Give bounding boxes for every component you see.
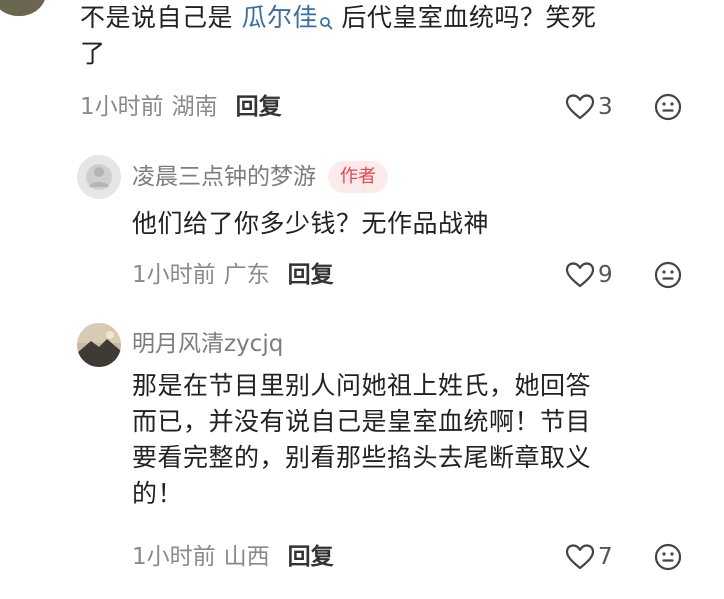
reply-text: 那是在节目里别人问她祖上姓氏，她回答 而已，并没有说自己是皇室血统啊！节目 要看… [132, 368, 712, 512]
reply-text-line: 的！ [132, 479, 184, 508]
reply-button[interactable]: 回复 [288, 262, 334, 288]
reply-location: 广东 [223, 262, 270, 288]
comment-text-line2: 了 [80, 39, 106, 68]
comment-text: 不是说自己是 瓜尔佳 后代皇室血统吗？笑死 了 [80, 0, 710, 72]
reply-meta: 1小时前 广东 回复 [132, 258, 334, 292]
reply-button[interactable]: 回复 [288, 544, 334, 570]
reply-time: 1小时前 [132, 544, 216, 570]
emoji-button[interactable] [654, 543, 682, 575]
reply-button[interactable]: 回复 [236, 94, 282, 120]
reply-text-line: 要看完整的，别看那些掐头去尾断章取义 [132, 443, 592, 472]
username[interactable]: 凌晨三点钟的梦游 [132, 160, 316, 194]
reply-text-line: 那是在节目里别人问她祖上姓氏，她回答 [132, 371, 592, 400]
reply-location: 山西 [223, 544, 270, 570]
neutral-face-icon [654, 261, 682, 289]
topic-link[interactable]: 瓜尔佳 [241, 3, 318, 32]
avatar[interactable] [77, 323, 121, 367]
reply-header: 明月风清zycjq [132, 327, 283, 361]
emoji-button[interactable] [654, 261, 682, 293]
comment-meta: 1小时前 湖南 回复 [80, 90, 282, 124]
reply-text-line: 而已，并没有说自己是皇室血统啊！节目 [132, 407, 592, 436]
avatar[interactable] [0, 0, 46, 16]
author-badge: 作者 [328, 161, 388, 193]
reply-meta: 1小时前 山西 回复 [132, 540, 334, 574]
comment-text-suffix: 后代皇室血统吗？笑死 [332, 3, 597, 32]
like-count: 9 [598, 262, 613, 288]
comment-text-prefix: 不是说自己是 [80, 3, 242, 32]
username[interactable]: 明月风清zycjq [132, 327, 283, 361]
search-link-icon [319, 4, 333, 40]
comment-location: 湖南 [171, 94, 218, 120]
like-count: 7 [598, 544, 613, 570]
reply-time: 1小时前 [132, 262, 216, 288]
neutral-face-icon [654, 93, 682, 121]
like-button[interactable]: 7 [565, 540, 613, 574]
comment-time: 1小时前 [80, 94, 164, 120]
like-count: 3 [598, 94, 613, 120]
avatar[interactable] [77, 155, 121, 199]
heart-outline-icon [565, 262, 595, 288]
like-button[interactable]: 9 [565, 258, 613, 292]
heart-outline-icon [565, 94, 595, 120]
reply-text: 他们给了你多少钱？无作品战神 [132, 209, 490, 238]
heart-outline-icon [565, 544, 595, 570]
neutral-face-icon [654, 543, 682, 571]
reply-header: 凌晨三点钟的梦游 作者 [132, 160, 388, 194]
emoji-button[interactable] [654, 93, 682, 125]
like-button[interactable]: 3 [565, 90, 613, 124]
